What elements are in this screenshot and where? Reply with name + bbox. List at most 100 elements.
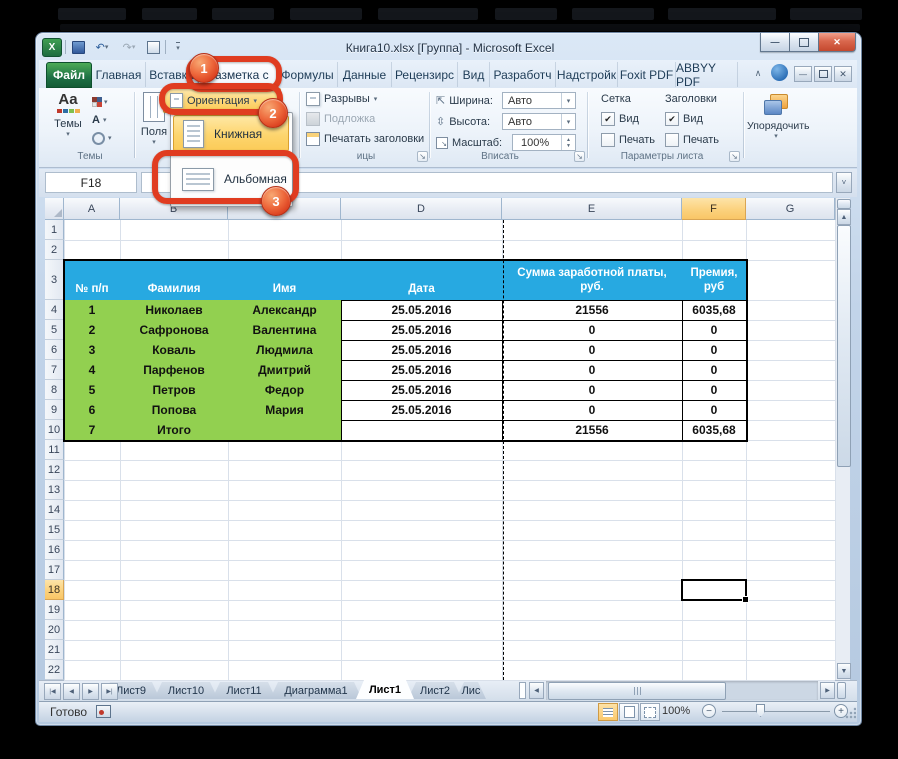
table-cell[interactable]: 0 bbox=[502, 400, 683, 421]
table-cell[interactable]: Петров bbox=[120, 380, 229, 401]
row-header-7[interactable]: 7 bbox=[45, 360, 64, 380]
tab-Разработч[interactable]: Разработч bbox=[490, 62, 556, 87]
vertical-scroll-thumb[interactable] bbox=[837, 225, 851, 467]
scroll-up-button[interactable]: ▲ bbox=[837, 209, 851, 225]
table-cell[interactable]: 1 bbox=[64, 300, 121, 321]
theme-fonts-button[interactable]: А ▾ bbox=[92, 112, 118, 128]
zoom-out-button[interactable]: − bbox=[702, 704, 716, 718]
table-cell[interactable]: Николаев bbox=[120, 300, 229, 321]
column-header-D[interactable]: D bbox=[341, 198, 502, 220]
sheet-options-dialog-launcher[interactable]: ↘ bbox=[729, 151, 740, 162]
page-setup-dialog-launcher[interactable]: ↘ bbox=[417, 151, 428, 162]
vertical-scrollbar[interactable]: ▲ ▼ bbox=[835, 198, 851, 680]
prev-sheet-button[interactable]: ◀ bbox=[63, 683, 80, 700]
column-header-G[interactable]: G bbox=[746, 198, 835, 220]
row-header-16[interactable]: 16 bbox=[45, 540, 64, 560]
table-cell[interactable]: 6 bbox=[64, 400, 121, 421]
row-header-3[interactable]: 3 bbox=[45, 260, 64, 300]
tab-Вид[interactable]: Вид bbox=[458, 62, 490, 87]
help-button[interactable] bbox=[771, 64, 788, 81]
table-cell[interactable]: Александр bbox=[228, 300, 342, 321]
table-cell[interactable]: Федор bbox=[228, 380, 342, 401]
table-cell[interactable]: 25.05.2016 bbox=[341, 320, 503, 341]
resize-grip[interactable] bbox=[845, 707, 856, 719]
theme-effects-button[interactable]: ▾ bbox=[92, 130, 118, 146]
table-cell[interactable]: 21556 bbox=[502, 300, 683, 321]
fit-dialog-launcher[interactable]: ↘ bbox=[574, 151, 585, 162]
first-sheet-button[interactable]: |◀ bbox=[44, 683, 61, 700]
table-header-cell[interactable]: Имя bbox=[228, 260, 342, 301]
table-cell[interactable]: 0 bbox=[502, 320, 683, 341]
normal-view-button[interactable] bbox=[598, 703, 618, 721]
row-header-19[interactable]: 19 bbox=[45, 600, 64, 620]
headings-view-checkbox[interactable]: ✔ Вид bbox=[665, 112, 703, 126]
horizontal-scrollbar[interactable] bbox=[546, 681, 818, 700]
table-cell[interactable]: 25.05.2016 bbox=[341, 400, 503, 421]
table-header-cell[interactable]: Премия, руб bbox=[682, 260, 747, 301]
table-cell[interactable]: 5 bbox=[64, 380, 121, 401]
table-cell[interactable]: 25.05.2016 bbox=[341, 300, 503, 321]
tab-Данные[interactable]: Данные bbox=[338, 62, 392, 87]
sheet-tab-Лист10[interactable]: Лист10 bbox=[154, 682, 218, 699]
workbook-close-button[interactable]: ✕ bbox=[834, 66, 852, 82]
table-cell[interactable]: 25.05.2016 bbox=[341, 360, 503, 381]
gridlines-view-checkbox[interactable]: ✔ Вид bbox=[601, 112, 639, 126]
table-cell[interactable]: Валентина bbox=[228, 320, 342, 341]
tab-Надстройк[interactable]: Надстройк bbox=[556, 62, 618, 87]
close-button[interactable]: ✕ bbox=[819, 33, 856, 52]
table-cell[interactable]: Людмила bbox=[228, 340, 342, 361]
row-header-5[interactable]: 5 bbox=[45, 320, 64, 340]
row-header-12[interactable]: 12 bbox=[45, 460, 64, 480]
tab-file[interactable]: Файл bbox=[46, 62, 92, 88]
row-header-21[interactable]: 21 bbox=[45, 640, 64, 660]
row-header-8[interactable]: 8 bbox=[45, 380, 64, 400]
row-header-14[interactable]: 14 bbox=[45, 500, 64, 520]
hscroll-right-button[interactable]: ▶ bbox=[820, 682, 835, 699]
row-header-6[interactable]: 6 bbox=[45, 340, 64, 360]
scrollbar-split-handle[interactable] bbox=[837, 199, 851, 209]
row-header-13[interactable]: 13 bbox=[45, 480, 64, 500]
minimize-ribbon-button[interactable]: ∧ bbox=[750, 66, 766, 81]
page-layout-view-button[interactable] bbox=[619, 703, 639, 721]
table-header-cell[interactable]: Сумма заработной платы, руб. bbox=[502, 260, 683, 301]
tab-Формулы[interactable]: Формулы bbox=[278, 62, 338, 87]
macro-record-icon[interactable] bbox=[96, 705, 111, 718]
row-header-2[interactable]: 2 bbox=[45, 240, 64, 260]
table-cell[interactable]: Сафронова bbox=[120, 320, 229, 341]
redo-button[interactable]: ↷ ▾ bbox=[117, 39, 141, 56]
save-button[interactable] bbox=[69, 39, 87, 56]
table-cell[interactable]: 0 bbox=[502, 360, 683, 381]
table-cell[interactable]: 4 bbox=[64, 360, 121, 381]
table-cell[interactable]: 0 bbox=[682, 380, 747, 401]
table-cell[interactable]: 6035,68 bbox=[682, 300, 747, 321]
paste-range-icon[interactable] bbox=[144, 39, 162, 56]
table-cell[interactable]: 0 bbox=[682, 320, 747, 341]
last-sheet-button[interactable]: ▶| bbox=[101, 683, 118, 700]
table-cell[interactable]: Мария bbox=[228, 400, 342, 421]
excel-logo-icon[interactable]: X bbox=[42, 37, 62, 57]
sheet-tab-Лист11[interactable]: Лист11 bbox=[212, 682, 276, 699]
table-cell[interactable]: Парфенов bbox=[120, 360, 229, 381]
table-header-cell[interactable]: Фамилия bbox=[120, 260, 229, 301]
zoom-level-label[interactable]: 100% bbox=[662, 705, 690, 717]
tab-split-handle[interactable] bbox=[519, 682, 526, 699]
arrange-button[interactable]: Упорядочить ▾ bbox=[747, 92, 809, 150]
workbook-restore-button[interactable] bbox=[814, 66, 832, 82]
headings-print-checkbox[interactable]: Печать bbox=[665, 133, 719, 147]
theme-colors-button[interactable]: ▾ bbox=[92, 93, 118, 110]
table-cell[interactable]: 25.05.2016 bbox=[341, 340, 503, 361]
workbook-minimize-button[interactable]: — bbox=[794, 66, 812, 82]
breaks-button[interactable]: Разрывы ▾ bbox=[306, 91, 377, 107]
table-cell[interactable]: 25.05.2016 bbox=[341, 380, 503, 401]
scroll-down-button[interactable]: ▼ bbox=[837, 663, 851, 679]
customize-qat-button[interactable]: ▾ bbox=[169, 39, 187, 56]
tab-Рецензирс[interactable]: Рецензирс bbox=[392, 62, 458, 87]
sheet-tab-Диаграмма1[interactable]: Диаграмма1 bbox=[270, 682, 362, 699]
sheet-tab-Лист2[interactable]: Лист2 bbox=[408, 682, 462, 699]
row-header-22[interactable]: 22 bbox=[45, 660, 64, 680]
table-cell[interactable]: 2 bbox=[64, 320, 121, 341]
column-header-F[interactable]: F bbox=[682, 198, 746, 220]
table-header-cell[interactable]: Дата bbox=[341, 260, 503, 301]
sheet-tab-Лист1[interactable]: Лист1 bbox=[356, 680, 414, 699]
hscroll-left-button[interactable]: ◀ bbox=[529, 682, 544, 699]
